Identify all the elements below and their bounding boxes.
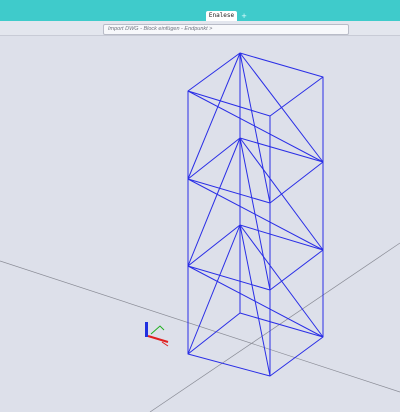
new-tab-button[interactable]: + — [239, 11, 249, 21]
tab-bar: Enalese + — [0, 0, 400, 21]
tower-level-ring-1 — [187, 224, 324, 291]
drawing-viewport[interactable] — [0, 36, 400, 412]
y-axis-icon — [150, 325, 165, 335]
ucs-axis-icon — [145, 322, 169, 347]
viewport-canvas — [0, 52, 400, 412]
brace-mid-cross-b — [239, 137, 271, 291]
brace-top-right — [239, 52, 324, 163]
command-line[interactable]: Import DWG - Block einfügen - Endpunkt > — [103, 24, 349, 35]
ground-line-x — [0, 260, 400, 393]
brace-bot-right — [239, 224, 324, 338]
brace-top-cross-a — [187, 90, 324, 163]
z-axis-icon — [145, 322, 148, 337]
tab-document[interactable]: Enalese — [206, 11, 237, 21]
tower-level-ring-2 — [187, 137, 324, 204]
brace-top-cross-b — [239, 52, 271, 204]
x-axis-icon — [147, 335, 169, 343]
tower-top-face — [187, 52, 324, 117]
ground-plane-lines — [0, 242, 400, 412]
brace-mid-right — [239, 137, 324, 251]
wireframe-tower[interactable] — [187, 52, 324, 377]
brace-bot-cross-b — [239, 224, 271, 377]
